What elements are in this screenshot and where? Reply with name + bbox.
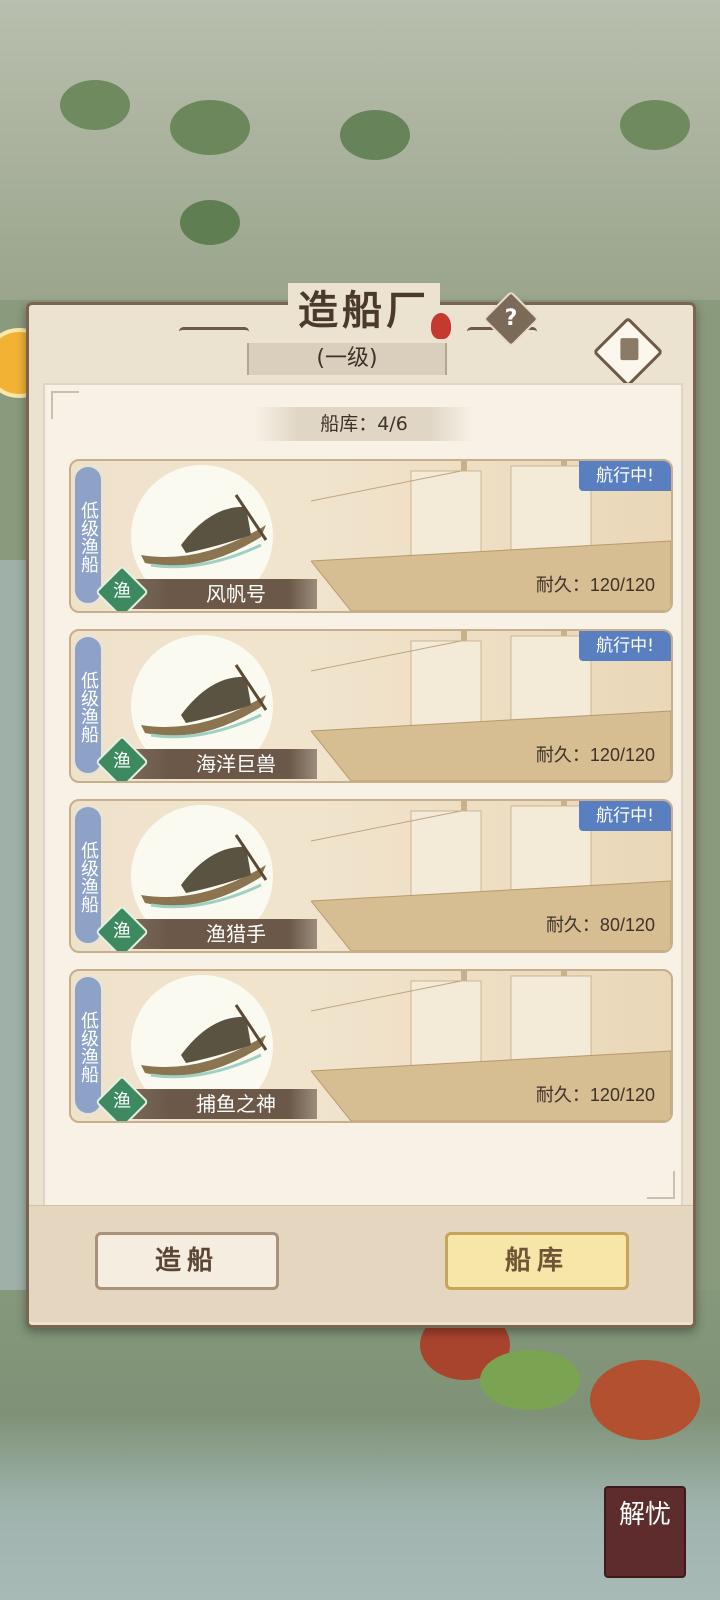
close-button[interactable] (592, 316, 664, 388)
fish-category-label: 渔 (113, 581, 131, 602)
dock-capacity: 船库：4/6 (255, 407, 473, 441)
durability: 耐久：120/120 (535, 745, 655, 765)
panel-header: 造船厂 ? (一级) (29, 283, 693, 388)
question-icon: ? (504, 306, 518, 331)
fish-category-label: 渔 (113, 921, 131, 942)
boat-type-tag: 低级渔船 (73, 805, 103, 945)
tree (180, 200, 240, 245)
boat-name: 风帆号 (131, 579, 317, 609)
durability: 耐久：120/120 (535, 575, 655, 595)
boat-name: 海洋巨兽 (131, 749, 317, 779)
status-badge: 航行中! (579, 631, 671, 661)
tree (60, 80, 130, 130)
tree (170, 100, 250, 155)
boat-card[interactable]: 低级渔船 捕鱼之神 渔 耐久：120/120 (69, 969, 673, 1123)
tree (620, 100, 690, 150)
title-wrap: 造船厂 (199, 283, 529, 343)
corner-ornament (51, 391, 79, 419)
boat-name: 捕鱼之神 (131, 1089, 317, 1119)
status-badge: 航行中! (579, 801, 671, 831)
boat-card[interactable]: 航行中! 低级渔船 海洋巨兽 渔 耐久：120/120 (69, 629, 673, 783)
durability: 耐久：120/120 (535, 1085, 655, 1105)
boat-card[interactable]: 航行中! 低级渔船 风帆号 渔 耐久：120/120 (69, 459, 673, 613)
fish-category-label: 渔 (113, 751, 131, 772)
durability: 耐久：80/120 (545, 915, 655, 935)
corner-ornament (647, 1171, 675, 1199)
boat-type-tag: 低级渔船 (73, 975, 103, 1115)
boat-name: 渔猎手 (131, 919, 317, 949)
fish-category-label: 渔 (113, 1091, 131, 1112)
seal-icon (431, 313, 451, 339)
status-badge: 航行中! (579, 461, 671, 491)
boat-card[interactable]: 航行中! 低级渔船 渔猎手 渔 耐久：80/120 (69, 799, 673, 953)
tree (340, 110, 410, 160)
red-tree (590, 1360, 700, 1440)
page-title: 造船厂 (288, 283, 440, 339)
dock-button[interactable]: 船库 (445, 1232, 629, 1290)
build-ship-button[interactable]: 造船 (95, 1232, 279, 1290)
boat-type-tag: 低级渔船 (73, 465, 103, 605)
shipyard-panel: 造船厂 ? (一级) 船库：4/6 航行中! 低级渔船 风帆号 渔 耐久：120… (26, 283, 696, 1328)
hammer-icon (620, 338, 639, 361)
boat-type-tag: 低级渔船 (73, 635, 103, 775)
jieyou-badge[interactable]: 解忧 (604, 1486, 686, 1578)
willow-tree (480, 1350, 580, 1410)
panel-footer: 造船 船库 (29, 1205, 693, 1322)
level-label: (一级) (247, 343, 447, 375)
boat-list-area: 船库：4/6 航行中! 低级渔船 风帆号 渔 耐久：120/120 航行中! 低… (43, 383, 683, 1207)
